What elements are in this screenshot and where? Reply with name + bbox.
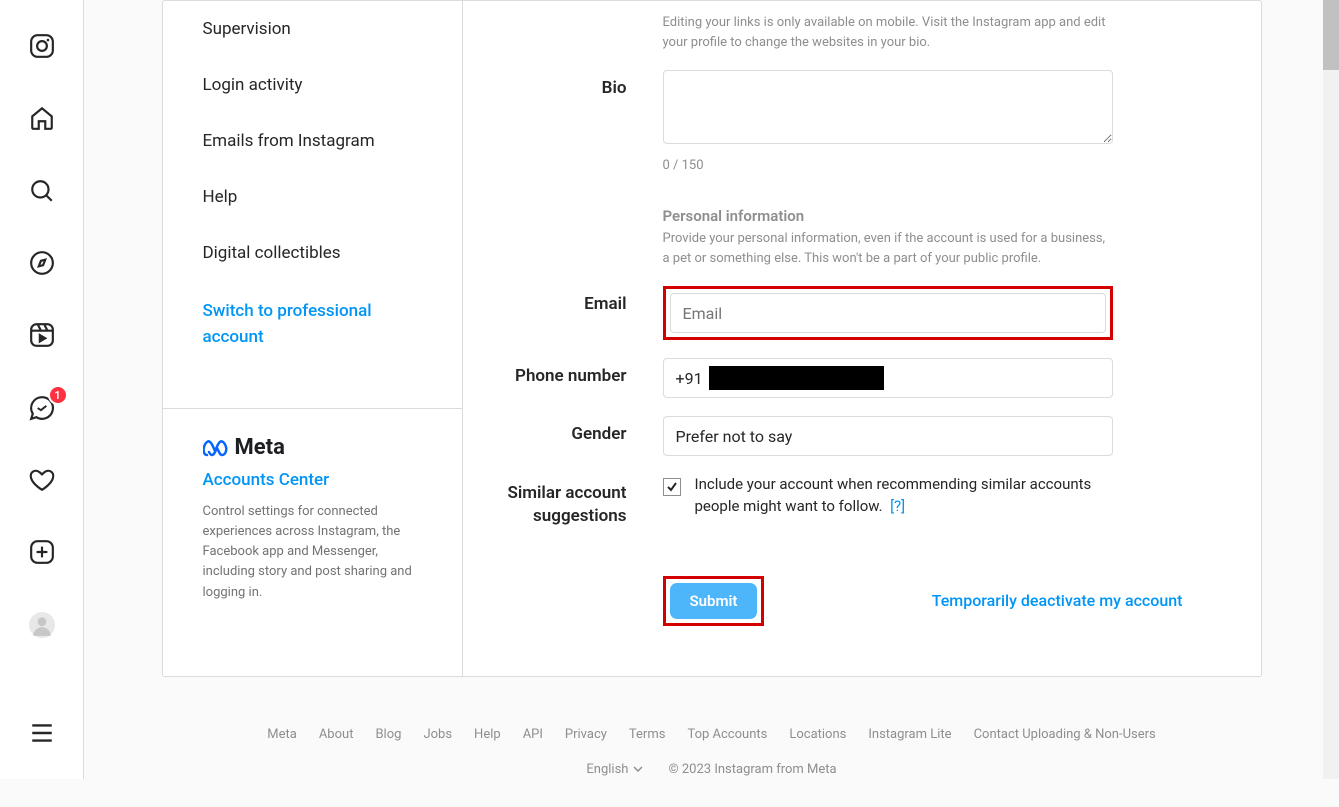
meta-accounts-center-block: Meta Accounts Center Control settings fo… <box>163 408 462 629</box>
submit-button[interactable]: Submit <box>670 583 758 619</box>
scrollbar-track[interactable] <box>1323 0 1339 779</box>
footer-link[interactable]: Contact Uploading & Non-Users <box>974 727 1156 742</box>
edit-profile-form: Editing your links is only available on … <box>463 1 1261 676</box>
messages-badge: 1 <box>48 385 68 405</box>
accounts-center-link[interactable]: Accounts Center <box>203 470 432 490</box>
bio-label: Bio <box>463 70 663 98</box>
copyright-text: © 2023 Instagram from Meta <box>668 762 836 777</box>
menu-icon[interactable] <box>18 715 66 751</box>
sidebar-item-digital-collectibles[interactable]: Digital collectibles <box>163 225 462 281</box>
suggestions-help-link[interactable]: [?] <box>890 497 905 515</box>
profile-avatar[interactable] <box>18 606 66 642</box>
phone-label: Phone number <box>463 358 663 386</box>
footer-links: Meta About Blog Jobs Help API Privacy Te… <box>84 727 1339 742</box>
scrollbar-thumb[interactable] <box>1323 0 1339 70</box>
personal-info-heading: Personal information <box>663 207 1113 225</box>
footer-link[interactable]: API <box>523 727 543 742</box>
nav-rail: 1 <box>0 0 84 779</box>
suggestions-label: Similar account suggestions <box>463 474 663 528</box>
deactivate-account-link[interactable]: Temporarily deactivate my account <box>932 591 1183 610</box>
meta-description: Control settings for connected experienc… <box>203 502 432 603</box>
footer-link[interactable]: Help <box>474 727 501 742</box>
gender-input[interactable]: Prefer not to say <box>663 416 1113 456</box>
suggestions-checkbox[interactable] <box>663 478 681 496</box>
sidebar-item-supervision[interactable]: Supervision <box>163 1 462 57</box>
footer-link[interactable]: Meta <box>267 727 297 742</box>
footer-link[interactable]: Privacy <box>565 727 607 742</box>
chevron-down-icon <box>632 763 644 775</box>
meta-logo: Meta <box>203 435 432 460</box>
email-highlight <box>663 286 1113 340</box>
sidebar-switch-professional[interactable]: Switch to professional account <box>163 281 462 368</box>
create-icon[interactable] <box>18 534 66 570</box>
submit-highlight: Submit <box>663 576 765 626</box>
gender-label: Gender <box>463 416 663 444</box>
bio-textarea[interactable] <box>663 70 1113 144</box>
phone-input[interactable]: +91 <box>663 358 1113 398</box>
language-selector[interactable]: English <box>586 762 644 777</box>
meta-logo-icon <box>203 439 229 457</box>
sidebar-item-help[interactable]: Help <box>163 169 462 225</box>
footer-link[interactable]: Instagram Lite <box>868 727 951 742</box>
page-footer: Meta About Blog Jobs Help API Privacy Te… <box>84 707 1339 807</box>
messages-icon[interactable]: 1 <box>18 389 66 425</box>
settings-card: Supervision Login activity Emails from I… <box>162 0 1262 677</box>
website-hint: Editing your links is only available on … <box>663 13 1113 52</box>
home-icon[interactable] <box>18 100 66 136</box>
footer-link[interactable]: Top Accounts <box>687 727 767 742</box>
phone-redacted <box>709 366 884 390</box>
email-input[interactable] <box>670 293 1106 333</box>
meta-brand-text: Meta <box>235 435 285 460</box>
phone-prefix: +91 <box>676 369 709 388</box>
footer-link[interactable]: About <box>319 727 354 742</box>
reels-icon[interactable] <box>18 317 66 353</box>
email-label: Email <box>463 286 663 314</box>
footer-link[interactable]: Locations <box>789 727 846 742</box>
sidebar-item-emails[interactable]: Emails from Instagram <box>163 113 462 169</box>
sidebar-item-login-activity[interactable]: Login activity <box>163 57 462 113</box>
instagram-logo-icon[interactable] <box>18 28 66 64</box>
check-icon <box>666 481 678 493</box>
bio-char-count: 0 / 150 <box>663 158 1113 173</box>
footer-link[interactable]: Jobs <box>423 727 452 742</box>
notifications-icon[interactable] <box>18 462 66 498</box>
explore-icon[interactable] <box>18 245 66 281</box>
suggestions-description: Include your account when recommending s… <box>695 474 1113 518</box>
footer-link[interactable]: Blog <box>375 727 401 742</box>
settings-sidebar: Supervision Login activity Emails from I… <box>163 1 463 676</box>
footer-link[interactable]: Terms <box>629 727 666 742</box>
personal-info-desc: Provide your personal information, even … <box>663 229 1113 268</box>
search-icon[interactable] <box>18 173 66 209</box>
